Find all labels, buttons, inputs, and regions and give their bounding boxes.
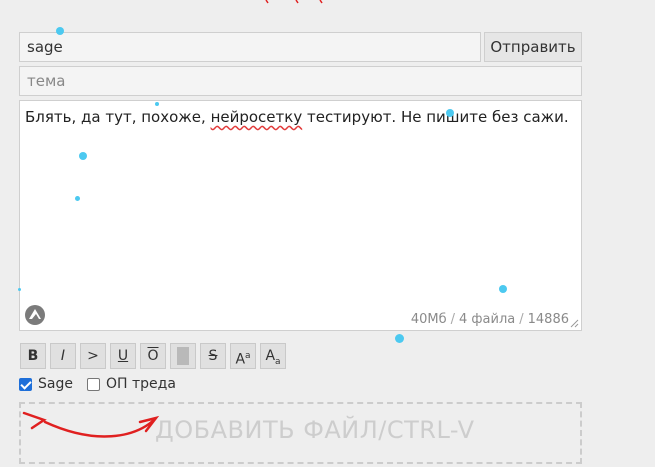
comment-text-before: Блять, да тут, похоже, bbox=[25, 108, 211, 126]
superscript-button[interactable]: Aa bbox=[230, 343, 256, 369]
resize-grip-icon[interactable] bbox=[570, 319, 579, 328]
op-checkbox-icon[interactable] bbox=[87, 377, 100, 391]
quote-button[interactable]: > bbox=[80, 343, 106, 369]
subject-field[interactable] bbox=[19, 66, 582, 96]
comment-text: Блять, да тут, похоже, нейросетку тестир… bbox=[25, 108, 573, 126]
spoiler-button[interactable] bbox=[170, 343, 196, 369]
comment-text-after: тестируют. Не пишите без сажи. bbox=[302, 108, 569, 126]
bold-button[interactable]: B bbox=[20, 343, 46, 369]
overline-button[interactable]: O bbox=[140, 343, 166, 369]
decor-dot bbox=[75, 196, 80, 201]
spoiler-icon bbox=[177, 347, 189, 365]
send-button[interactable]: Отправить bbox=[484, 32, 582, 62]
decor-dot bbox=[18, 288, 21, 291]
decor-dot bbox=[56, 27, 64, 35]
sage-label: Sage bbox=[38, 376, 73, 392]
decor-dot bbox=[79, 152, 87, 160]
strike-button[interactable]: S bbox=[200, 343, 226, 369]
counter-separator: / bbox=[519, 312, 524, 327]
op-label: ОП треда bbox=[106, 376, 176, 392]
sage-checkbox-row[interactable]: Sage bbox=[19, 374, 73, 394]
op-checkbox-row[interactable]: ОП треда bbox=[87, 374, 176, 394]
email-field[interactable] bbox=[19, 32, 481, 62]
superscript-small: a bbox=[245, 351, 251, 361]
counter-chars: 14886 bbox=[527, 312, 569, 327]
counter-files: 4 файла bbox=[459, 312, 516, 327]
superscript-base: A bbox=[235, 351, 246, 368]
sage-checkbox-icon[interactable] bbox=[19, 377, 32, 391]
subscript-base: A bbox=[265, 348, 276, 364]
subscript-button[interactable]: Aa bbox=[260, 343, 286, 369]
comment-textarea[interactable]: Блять, да тут, похоже, нейросетку тестир… bbox=[19, 100, 582, 331]
logo-icon bbox=[25, 305, 45, 325]
counter-size: 40Мб bbox=[410, 312, 447, 327]
decor-dot bbox=[446, 109, 454, 117]
decor-dot bbox=[155, 102, 159, 106]
decor-dot bbox=[499, 285, 507, 293]
top-red-marks bbox=[265, 0, 323, 4]
dropzone-label: ДОБАВИТЬ ФАЙЛ/CTRL-V bbox=[155, 416, 475, 444]
counter-separator: / bbox=[450, 312, 456, 327]
upload-counter: 40Мб/4 файла/14886 bbox=[411, 312, 569, 327]
decor-dot bbox=[395, 334, 404, 343]
italic-button[interactable]: I bbox=[50, 343, 76, 369]
underline-button[interactable]: U bbox=[110, 343, 136, 369]
spellcheck-word: нейросетку bbox=[210, 108, 303, 126]
file-dropzone[interactable]: ДОБАВИТЬ ФАЙЛ/CTRL-V bbox=[19, 402, 582, 464]
subscript-small: a bbox=[275, 356, 281, 367]
